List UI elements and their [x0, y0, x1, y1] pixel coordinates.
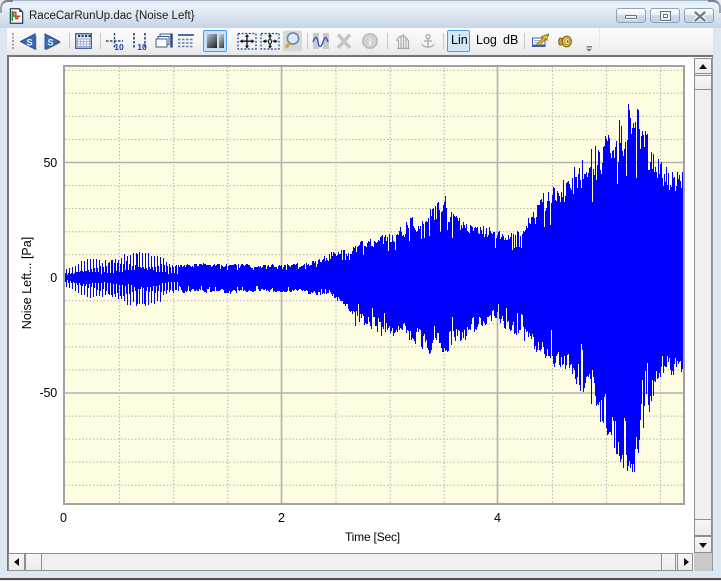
svg-text:10: 10 — [137, 42, 147, 52]
svg-text:S: S — [26, 38, 32, 48]
svg-text:S: S — [47, 38, 53, 48]
svg-text:10: 10 — [114, 42, 124, 52]
svg-text:i: i — [368, 37, 371, 49]
svg-text:0: 0 — [268, 37, 273, 46]
